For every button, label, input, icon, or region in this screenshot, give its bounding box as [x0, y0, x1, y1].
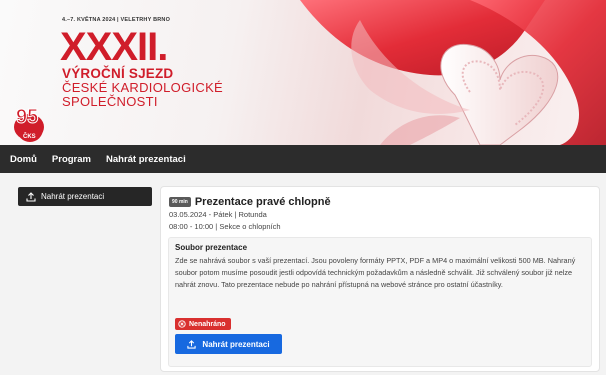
duration-badge: 90 min	[169, 197, 191, 207]
upload-icon	[187, 339, 197, 349]
congress-title: VÝROČNÍ SJEZD ČESKÉ KARDIOLOGICKÉ SPOLEČ…	[62, 67, 223, 109]
event-date: 4.–7. KVĚTNA 2024 | VELETRHY BRNO	[62, 17, 171, 23]
nav-item-home[interactable]: Domů	[10, 154, 37, 165]
file-section: Soubor prezentace Zde se nahrává soubor …	[168, 237, 592, 367]
presentation-date-room: 03.05.2024 - Pátek | Rotunda	[169, 210, 267, 219]
presentation-header: 90 min Prezentace pravé chlopně	[169, 196, 331, 208]
upload-presentation-label: Nahrát prezentaci	[202, 339, 270, 349]
svg-text:XXXII.: XXXII.	[60, 28, 167, 64]
congress-title-line2: ČESKÉ KARDIOLOGICKÉ	[62, 80, 224, 95]
sidebar-upload-button[interactable]: Nahrát prezentaci	[18, 187, 152, 206]
sidebar-upload-label: Nahrát prezentaci	[41, 192, 105, 201]
congress-title-line3: SPOLEČNOSTI	[62, 94, 158, 109]
svg-text:95: 95	[16, 106, 38, 128]
congress-number-logo: XXXII.	[60, 28, 168, 64]
file-section-title: Soubor prezentace	[175, 243, 248, 252]
presentation-card: 90 min Prezentace pravé chlopně 03.05.20…	[160, 186, 600, 372]
nav-item-program[interactable]: Program	[52, 154, 91, 165]
upload-icon	[26, 191, 36, 202]
congress-title-line1: VÝROČNÍ SJEZD	[62, 66, 174, 81]
presentation-time-section: 08:00 - 10:00 | Sekce o chlopních	[169, 222, 281, 231]
upload-presentation-button[interactable]: Nahrát prezentaci	[175, 334, 282, 354]
status-badge: Nenahráno	[175, 318, 231, 330]
svg-text:ČKS: ČKS	[23, 133, 36, 140]
cancel-circle-icon	[178, 320, 186, 328]
header-banner: 4.–7. KVĚTNA 2024 | VELETRHY BRNO XXXII.…	[0, 0, 606, 145]
main-nav: Domů Program Nahrát prezentaci	[0, 145, 606, 173]
file-section-description: Zde se nahrává soubor s vaší prezentací.…	[175, 256, 576, 290]
status-label: Nenahráno	[189, 320, 226, 328]
presentation-title: Prezentace pravé chlopně	[194, 196, 331, 208]
nav-item-upload[interactable]: Nahrát prezentaci	[106, 154, 186, 165]
